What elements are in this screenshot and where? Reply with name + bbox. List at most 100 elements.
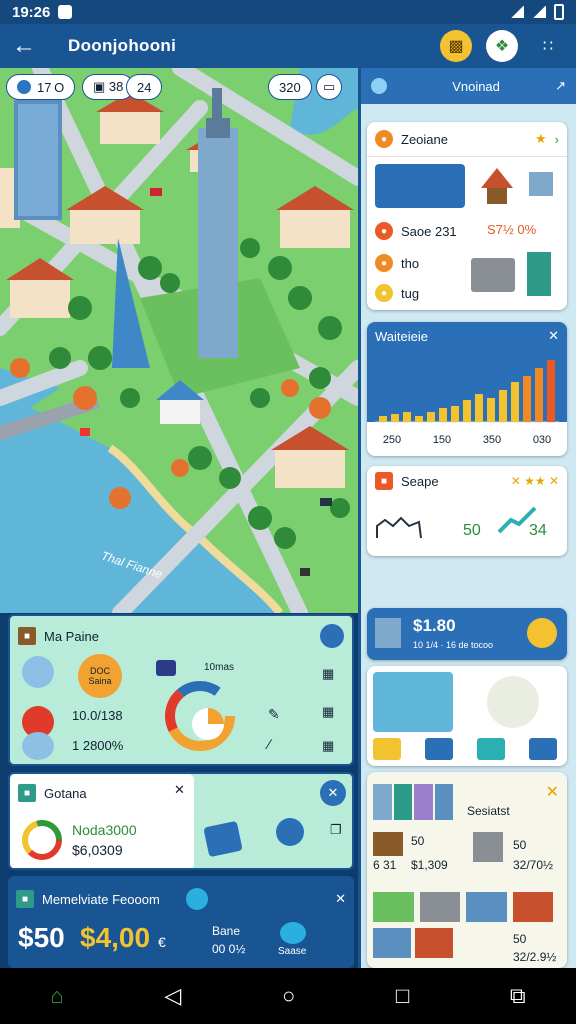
fullscreen-icon[interactable]: ❐	[330, 822, 342, 838]
home-shield-icon[interactable]: ⌂	[50, 983, 63, 1009]
coin-icon: ●	[375, 130, 393, 148]
chart-x-ticks: 250 150 350 030	[367, 434, 567, 446]
main-metric-1: 10.0/138	[72, 708, 123, 723]
right-panel-title: Vnoinad	[452, 78, 500, 94]
finance-panel[interactable]: ■ Memelviate Feooom ✕ $50 $4,00 € Bane 0…	[8, 876, 354, 968]
hud-pill-right[interactable]: 320	[268, 74, 312, 100]
list-icon[interactable]: ▦	[322, 738, 334, 754]
expand-icon[interactable]: ↗	[555, 78, 566, 94]
ticket-icon[interactable]	[203, 820, 243, 858]
system-nav-bar: ⌂ ◁ ○ □ ⧉	[0, 968, 576, 1024]
money-amount: $1.80	[413, 616, 456, 635]
main-side-label: 10mas	[204, 662, 235, 673]
trend-icon	[497, 506, 537, 534]
battery-icon	[554, 4, 564, 20]
finance-amount-2: $4,00	[80, 922, 151, 953]
ship-icon	[156, 660, 176, 676]
stats-row-1-a: 50	[411, 834, 425, 848]
city-map[interactable]: 17 O ▣ 38 24 320 ▭ Thal Fianne	[0, 68, 358, 613]
overview-item-2[interactable]: ● tho	[375, 254, 419, 272]
hud-value-3: 24	[137, 79, 152, 95]
chevron-right-icon[interactable]: ›	[555, 132, 559, 147]
stats-row-2-b: 32/70½	[513, 858, 554, 872]
main-metric-2: 1 2800%	[72, 738, 124, 753]
money-card[interactable]: $1.80 10 1/4 · 16 de tocoo	[367, 608, 567, 660]
donut-gauge	[165, 681, 235, 751]
overview-item-3-label: tug	[401, 285, 420, 301]
building-icon	[375, 618, 401, 648]
gotana-line-1: Noda3000	[72, 822, 137, 838]
folder-icon: ■	[18, 784, 36, 802]
overview-item-1[interactable]: ● Saoe 231	[375, 222, 457, 240]
rotate-icon[interactable]: ⧉	[510, 983, 526, 1009]
pen-icon[interactable]: ✎	[268, 706, 280, 723]
overview-item-1-value: S7½ 0%	[487, 222, 537, 237]
close-icon[interactable]: ✕	[546, 782, 559, 802]
close-icon[interactable]: ✕	[335, 891, 346, 907]
chart-title: Waiteieie	[375, 328, 428, 344]
stats-row-3-b: 32/2.9½	[513, 950, 557, 964]
hud-value-2: ▣ 38	[93, 79, 124, 94]
status-time: 19:26	[12, 3, 51, 21]
settings-icon[interactable]	[320, 624, 344, 648]
fire-icon: ●	[375, 222, 393, 240]
stats-row-1-b: 6 31	[373, 858, 397, 872]
arrow-left-icon[interactable]: ←	[12, 32, 42, 60]
tool-button-1[interactable]	[373, 738, 401, 760]
stats-card[interactable]: Sesiatst ✕ 50 6 31 $1,309 50 32/70½ 50 3…	[367, 772, 567, 968]
leaf-icon[interactable]: ❖	[486, 30, 518, 62]
right-panel-header: Vnoinad ↗	[361, 68, 576, 104]
shield-icon[interactable]	[280, 922, 306, 944]
chart-tick: 030	[532, 434, 552, 446]
office-icon	[473, 832, 503, 862]
wifi-icon	[510, 6, 524, 18]
map-preview-card[interactable]	[367, 666, 567, 766]
notification-icon	[58, 5, 73, 19]
bar-chart	[375, 360, 559, 423]
home-circle-icon[interactable]: ○	[282, 983, 295, 1009]
tool-button-3[interactable]	[477, 738, 505, 760]
city-map-graphic	[0, 68, 358, 613]
star-icon[interactable]: ★	[535, 131, 547, 147]
scape-value-1: 50	[463, 522, 481, 539]
brush-icon[interactable]: ∕	[268, 736, 270, 752]
tool-button-2[interactable]	[425, 738, 453, 760]
skyline-icon	[376, 516, 422, 539]
settings-dots-icon[interactable]: ∷	[532, 30, 564, 62]
hud-pill-3[interactable]: 24	[126, 74, 163, 100]
screen-icon: ▭	[323, 79, 336, 94]
menu-icon[interactable]: ▦	[322, 666, 334, 682]
gold-coin-icon[interactable]	[527, 618, 557, 648]
hud-pill-1[interactable]: 17 O	[6, 74, 76, 100]
overview-item-2-label: tho	[401, 255, 420, 271]
grid-view-icon[interactable]: ▦	[322, 704, 334, 720]
gotana-title: Gotana	[44, 785, 87, 801]
briefcase-icon[interactable]: ▩	[440, 30, 472, 62]
overview-card[interactable]: ● Zeoiane ★ › ● Saoe 231 S7½ 0% ● tho ● …	[367, 122, 567, 310]
main-panel[interactable]: ■ Ma Paine DOC Saina 10.0/138 1 2800% 10…	[8, 614, 354, 766]
compass-icon[interactable]	[276, 818, 304, 846]
recents-square-icon[interactable]: □	[396, 983, 409, 1009]
vehicle-thumbnail[interactable]	[375, 164, 465, 208]
overview-item-3[interactable]: ● tug	[375, 284, 419, 302]
finance-amount-1: $50	[18, 922, 65, 953]
gotana-panel[interactable]: ■ Gotana ✕ Noda3000 $6,0309 ✕ ❐	[8, 772, 354, 870]
tower-icon	[527, 252, 551, 296]
close-circle-icon[interactable]: ✕	[320, 780, 346, 806]
chart-card[interactable]: Waiteieie ✕ 250 150 350 030	[367, 322, 567, 456]
finance-title: Memelviate Feooom	[42, 891, 160, 907]
chart-tick: 150	[432, 434, 452, 446]
back-triangle-icon[interactable]: ◁	[164, 983, 181, 1009]
scape-card[interactable]: ■ Seape ✕ ★★ ✕ 50 34	[367, 466, 567, 556]
map-thumbnail[interactable]	[373, 672, 453, 732]
tool-button-4[interactable]	[529, 738, 557, 760]
doc-badge[interactable]: DOC Saina	[78, 654, 122, 698]
refresh-icon[interactable]	[185, 888, 208, 910]
avatar[interactable]	[22, 656, 54, 688]
book-icon: ■	[18, 627, 36, 645]
rating-stars-icon: ✕ ★★ ✕	[510, 474, 559, 488]
house-icon	[529, 172, 553, 196]
pagoda-icon	[477, 164, 517, 208]
close-icon[interactable]: ✕	[548, 328, 559, 344]
close-icon[interactable]: ✕	[174, 782, 185, 798]
